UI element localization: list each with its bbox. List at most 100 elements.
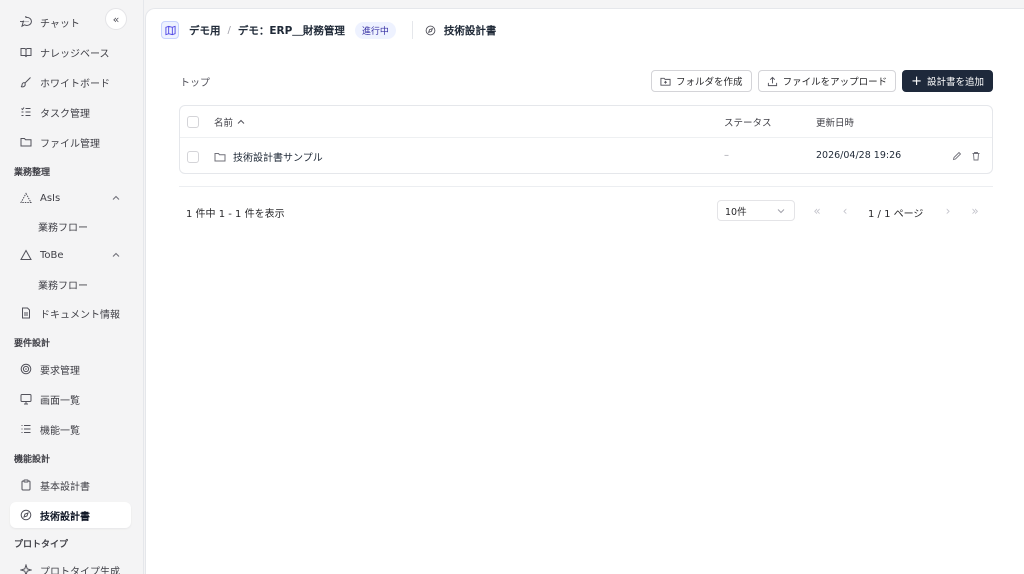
sidebar-item-label: 基本設計書: [40, 481, 90, 493]
sidebar-item-asis[interactable]: AsIs: [10, 185, 131, 211]
breadcrumb-project[interactable]: デモ用: [189, 23, 221, 38]
sidebar-item-label: 画面一覧: [40, 395, 80, 407]
last-page-button[interactable]: »: [965, 201, 985, 221]
chat-bubble-icon: [20, 16, 32, 28]
chevron-down-icon: [777, 209, 785, 214]
folder-breadcrumb-root[interactable]: トップ: [180, 74, 210, 89]
task-list-icon: [20, 106, 32, 118]
sidebar-item-technical-design[interactable]: 技術設計書: [10, 502, 131, 528]
sort-ascending-icon: [237, 119, 245, 124]
sidebar-item-screens[interactable]: 画面一覧: [10, 386, 131, 412]
table-header: 名前 ステータス 更新日時: [180, 106, 992, 138]
main-panel: デモ用 / デモ：ERP＿財務管理 進行中 技術設計書 トップ フォルダを作成 …: [145, 8, 1024, 574]
compass-icon: [425, 25, 436, 35]
sidebar-item-label: 業務フロー: [38, 280, 88, 292]
create-folder-button[interactable]: フォルダを作成: [651, 70, 752, 92]
sparkle-icon: [20, 564, 32, 574]
sidebar-item-file-management[interactable]: ファイル管理: [10, 129, 131, 155]
sidebar-item-tobe[interactable]: ToBe: [10, 242, 131, 268]
page-title: 技術設計書: [425, 23, 497, 38]
upload-icon: [767, 76, 777, 86]
chevron-up-icon[interactable]: [111, 193, 121, 203]
sidebar-item-document-info[interactable]: ドキュメント情報: [10, 300, 131, 326]
sidebar-item-functions[interactable]: 機能一覧: [10, 416, 131, 442]
sidebar-item-tobe-flow[interactable]: 業務フロー: [10, 271, 131, 297]
create-folder-label: フォルダを作成: [676, 77, 743, 88]
plus-icon: +: [911, 73, 922, 89]
sidebar-item-label: プロトタイプ生成: [40, 566, 120, 574]
sidebar-item-task-management[interactable]: タスク管理: [10, 99, 131, 125]
row-name-text: 技術設計書サンプル: [233, 153, 323, 164]
section-label-kinou: 機能設計: [14, 455, 51, 465]
row-checkbox[interactable]: [187, 151, 199, 163]
chevron-left-icon: ‹: [842, 204, 848, 218]
edit-row-button[interactable]: [952, 151, 962, 161]
sidebar-item-label: チャット: [40, 18, 80, 30]
sidebar-item-label: ToBe: [40, 249, 64, 261]
sidebar-item-requirements[interactable]: 要求管理: [10, 356, 131, 382]
next-page-button[interactable]: ›: [938, 201, 958, 221]
delete-row-button[interactable]: [971, 151, 981, 161]
column-name-label: 名前: [214, 118, 234, 129]
pagination-divider: [179, 186, 993, 187]
sidebar-item-label: 技術設計書: [40, 511, 90, 523]
sidebar-item-prototype-gen[interactable]: プロトタイプ生成: [10, 557, 131, 574]
folder-icon: [20, 136, 32, 148]
breadcrumb-subproject[interactable]: デモ：ERP＿財務管理: [238, 23, 345, 38]
double-chevron-left-icon: «: [813, 204, 821, 218]
sidebar-item-label: 要求管理: [40, 365, 80, 377]
header-divider: [411, 21, 413, 39]
list-icon: [20, 423, 32, 435]
sidebar-item-label: タスク管理: [40, 108, 90, 120]
add-design-doc-label: 設計書を追加: [926, 77, 984, 88]
prev-page-button[interactable]: ‹: [835, 201, 855, 221]
page-title-text: 技術設計書: [443, 24, 497, 37]
triangle-icon: [20, 249, 32, 261]
table-row[interactable]: 技術設計書サンプル – 2026/04/28 19:26: [180, 139, 992, 174]
sidebar-item-label: ファイル管理: [40, 138, 100, 150]
sidebar-item-whiteboard[interactable]: ホワイトボード: [10, 69, 131, 95]
column-header-name[interactable]: 名前: [214, 115, 246, 129]
add-design-doc-button[interactable]: + 設計書を追加: [902, 70, 993, 92]
double-chevron-right-icon: »: [971, 204, 979, 218]
monitor-icon: [20, 393, 32, 405]
column-header-updated: 更新日時: [816, 118, 855, 129]
sidebar-item-label: 業務フロー: [38, 222, 88, 234]
row-name-cell[interactable]: 技術設計書サンプル: [214, 149, 323, 164]
documents-table: 名前 ステータス 更新日時 技術設計書サンプル – 2026/04/28 19:…: [179, 105, 993, 174]
sidebar-item-chat[interactable]: チャット: [10, 9, 131, 35]
sidebar-item-label: ナレッジベース: [40, 48, 110, 60]
upload-file-button[interactable]: ファイルをアップロード: [757, 70, 897, 92]
document-icon: [20, 307, 32, 319]
upload-file-label: ファイルをアップロード: [782, 77, 888, 88]
row-status-cell: –: [724, 150, 729, 161]
first-page-button[interactable]: «: [807, 201, 827, 221]
result-summary: 1 件中 1 - 1 件を表示: [186, 209, 285, 220]
sidebar-item-basic-design[interactable]: 基本設計書: [10, 472, 131, 498]
select-all-checkbox[interactable]: [187, 116, 199, 128]
sidebar-item-label: AsIs: [40, 192, 61, 204]
pencil-icon: [952, 151, 962, 161]
section-label-proto: プロトタイプ: [14, 540, 69, 550]
folder-plus-icon: [660, 77, 671, 86]
section-label-gyomu: 業務整理: [14, 168, 51, 178]
header-bar: デモ用 / デモ：ERP＿財務管理 進行中 技術設計書: [146, 9, 1024, 51]
brush-icon: [20, 76, 32, 88]
toolbar: フォルダを作成 ファイルをアップロード + 設計書を追加: [651, 70, 993, 92]
page-indicator: 1 / 1 ページ: [868, 209, 924, 220]
folder-icon: [214, 152, 226, 161]
breadcrumb-separator: /: [227, 24, 231, 36]
chevron-right-icon: ›: [945, 204, 951, 218]
page-size-select[interactable]: 10件: [717, 200, 795, 221]
column-header-status: ステータス: [724, 118, 772, 129]
trash-icon: [972, 152, 980, 161]
book-icon: [20, 46, 32, 58]
chevron-up-icon[interactable]: [111, 250, 121, 260]
sidebar-item-label: ホワイトボード: [40, 78, 110, 90]
sidebar-item-asis-flow[interactable]: 業務フロー: [10, 213, 131, 239]
map-icon[interactable]: [161, 21, 179, 39]
sidebar-item-knowledge-base[interactable]: ナレッジベース: [10, 39, 131, 65]
status-badge: 進行中: [354, 21, 396, 39]
sidebar-item-label: ドキュメント情報: [40, 309, 120, 321]
page-size-value: 10件: [725, 206, 747, 218]
